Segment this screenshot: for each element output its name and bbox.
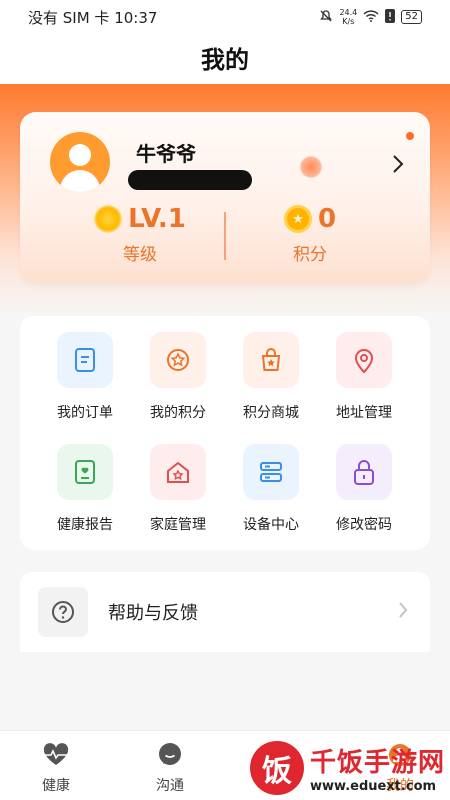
- sun-icon: [94, 205, 123, 233]
- grid-item-address[interactable]: 地址管理: [314, 332, 414, 422]
- location-pin-icon: [336, 332, 392, 388]
- grid-item-label: 设备中心: [243, 517, 299, 533]
- heartbeat-icon: [16, 741, 96, 769]
- status-right: 24.4 K/s 52: [319, 8, 422, 26]
- avatar[interactable]: [50, 132, 110, 192]
- question-icon: [38, 587, 88, 637]
- grid-item-change-password[interactable]: 修改密码: [314, 444, 414, 534]
- clock: 10:37: [114, 8, 158, 27]
- chevron-right-icon: [398, 600, 408, 624]
- grid-item-label: 家庭管理: [150, 517, 206, 533]
- points-stat[interactable]: ★ 0 积分: [220, 204, 400, 265]
- mute-icon: [319, 9, 333, 26]
- tab-label: 沟通: [156, 778, 184, 794]
- watermark-text: 千饭手游网 www.eduext.com: [310, 742, 445, 794]
- chat-icon: [130, 741, 210, 769]
- level-label: 等级: [123, 245, 157, 265]
- status-bar: 没有 SIM 卡 10:37 24.4 K/s 52: [0, 0, 450, 34]
- grid-item-points-mall[interactable]: 积分商城: [221, 332, 321, 422]
- level-value: LV.1: [128, 204, 186, 234]
- page-title: 我的: [0, 34, 450, 84]
- coin-icon: ★: [283, 205, 312, 233]
- watermark-title: 千饭手游网: [310, 748, 446, 778]
- alert-icon: [385, 8, 396, 26]
- grid-item-label: 我的订单: [57, 405, 113, 421]
- tab-health[interactable]: 健康: [16, 741, 96, 795]
- order-icon: [57, 332, 113, 388]
- net-speed: 24.4 K/s: [339, 8, 358, 26]
- shopping-bag-icon: [243, 332, 299, 388]
- status-left: 没有 SIM 卡 10:37: [28, 7, 319, 28]
- avatar-head-shape: [69, 144, 91, 166]
- points-value: 0: [317, 204, 337, 234]
- help-feedback-label: 帮助与反馈: [108, 603, 198, 624]
- grid-item-label: 地址管理: [336, 405, 392, 421]
- grid-item-label: 我的积分: [150, 405, 206, 421]
- function-grid: 我的订单 我的积分 积分商城 地址管理 健康报告 家庭管理 设备中心 修改密码: [20, 316, 430, 550]
- profile-card[interactable]: 牛爷爷 LV.1 等级 ★ 0 积分: [20, 112, 430, 284]
- grid-item-health-report[interactable]: 健康报告: [35, 444, 135, 534]
- device-icon: [243, 444, 299, 500]
- points-label: 积分: [293, 245, 327, 265]
- tab-chat[interactable]: 沟通: [130, 741, 210, 795]
- tab-label: 健康: [42, 778, 70, 794]
- points-star-icon: [150, 332, 206, 388]
- watermark-url: www.eduext.com: [310, 779, 437, 794]
- grid-item-label: 积分商城: [243, 405, 299, 421]
- carrier-text: 没有 SIM 卡: [28, 8, 110, 27]
- grid-item-points[interactable]: 我的积分: [128, 332, 228, 422]
- watermark-logo: 饭: [250, 741, 304, 795]
- decorative-dot: [406, 132, 414, 140]
- grid-item-label: 健康报告: [57, 517, 113, 533]
- chevron-right-icon[interactable]: [392, 154, 404, 180]
- home-icon: [150, 444, 206, 500]
- level-stat[interactable]: LV.1 等级: [50, 204, 230, 265]
- grid-item-orders[interactable]: 我的订单: [35, 332, 135, 422]
- watermark: 饭 千饭手游网 www.eduext.com: [250, 738, 450, 798]
- lock-icon: [336, 444, 392, 500]
- wifi-icon: [363, 9, 379, 25]
- avatar-body-shape: [60, 170, 100, 192]
- decorative-blob: [300, 156, 322, 178]
- health-report-icon: [57, 444, 113, 500]
- grid-item-label: 修改密码: [336, 517, 392, 533]
- redacted-phone: [128, 170, 252, 190]
- grid-item-family[interactable]: 家庭管理: [128, 444, 228, 534]
- help-feedback-row[interactable]: 帮助与反馈: [20, 572, 430, 652]
- battery-indicator: 52: [401, 10, 422, 24]
- username: 牛爷爷: [136, 142, 196, 166]
- grid-item-devices[interactable]: 设备中心: [221, 444, 321, 534]
